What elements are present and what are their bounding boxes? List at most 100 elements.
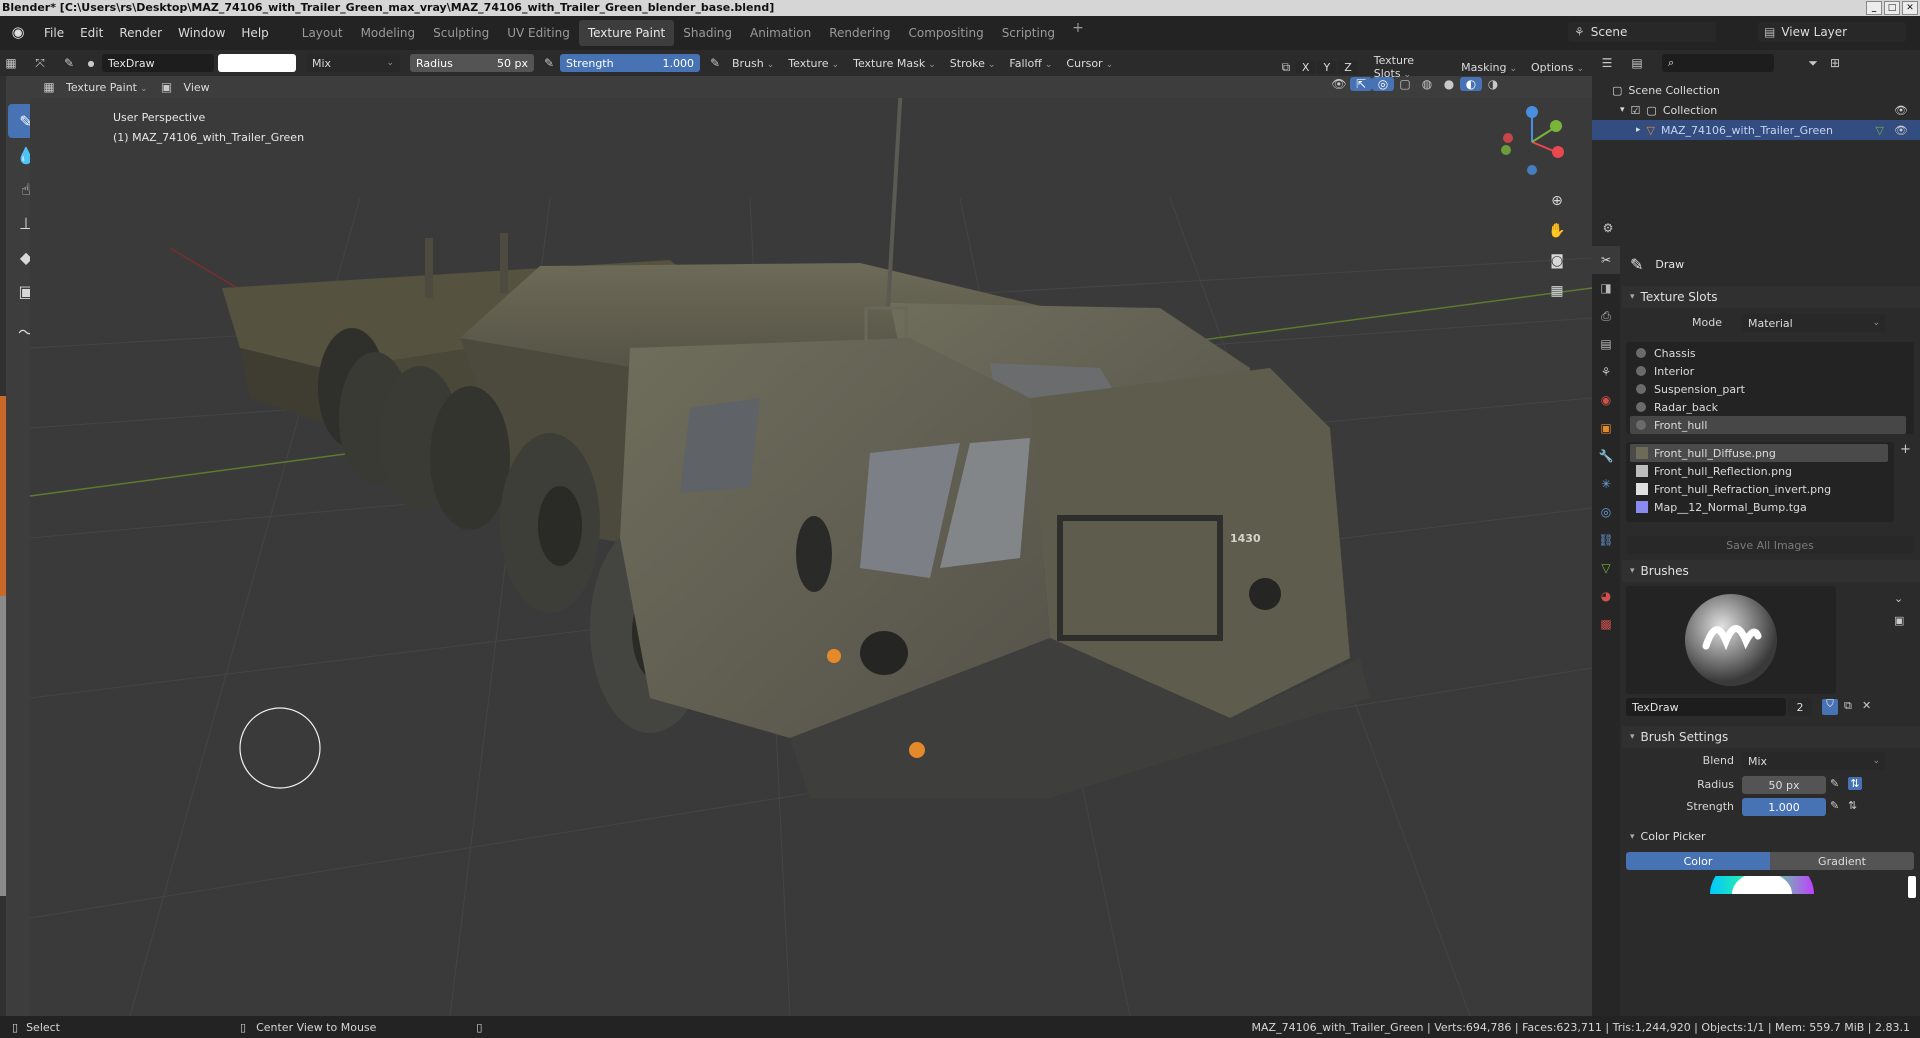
outliner-collection[interactable]: ▾ ☑ ▢ Collection 👁 xyxy=(1592,100,1920,120)
tab-compositing[interactable]: Compositing xyxy=(899,20,992,46)
navigation-gizmo[interactable] xyxy=(1494,104,1570,184)
color-picker-subpanel-header[interactable]: ▾ Color Picker xyxy=(1630,830,1706,843)
pressure-radius-icon[interactable]: ✎ xyxy=(538,56,560,70)
falloff-menu[interactable]: Falloff ⌄ xyxy=(1003,57,1058,70)
view-layer-tab-icon[interactable]: ▤ xyxy=(1592,330,1620,358)
gizmo-toggle-icon[interactable]: ⇱ xyxy=(1350,77,1372,91)
axis-z-toggle[interactable]: Z xyxy=(1338,60,1358,74)
paint-mask-icon[interactable]: ▣ xyxy=(156,80,178,94)
outliner-editor-icon[interactable]: ☰ xyxy=(1592,56,1622,70)
list-item[interactable]: Front_hull_Reflection.png xyxy=(1630,462,1888,480)
list-item[interactable]: Map__12_Normal_Bump.tga xyxy=(1630,498,1888,516)
strength-slider[interactable]: 1.000 xyxy=(1742,798,1826,816)
radius-unit-icon[interactable]: ⇅ xyxy=(1848,777,1862,790)
pressure-strength-icon[interactable]: ✎ xyxy=(704,56,726,70)
brush-menu[interactable]: Brush ⌄ xyxy=(726,57,780,70)
output-tab-icon[interactable]: ⎙ xyxy=(1592,302,1620,330)
brush-color-swatch[interactable] xyxy=(218,54,296,72)
minimize-button[interactable]: _ xyxy=(1866,1,1882,15)
viewport-scene[interactable]: 1430 xyxy=(30,98,1592,1016)
stroke-menu[interactable]: Stroke ⌄ xyxy=(944,57,1002,70)
tab-animation[interactable]: Animation xyxy=(741,20,820,46)
tab-texture-paint[interactable]: Texture Paint xyxy=(578,20,675,46)
menu-window[interactable]: Window xyxy=(170,26,233,40)
list-item[interactable]: Suspension_part xyxy=(1630,380,1906,398)
brush-image-icon[interactable]: ▣ xyxy=(1894,614,1904,627)
overlay-toggle-icon[interactable]: ◎ xyxy=(1372,77,1394,91)
texture-mode-select[interactable]: Material ⌄ xyxy=(1742,314,1886,332)
gizmo-neg-y-handle[interactable] xyxy=(1501,145,1511,155)
tab-uv-editing[interactable]: UV Editing xyxy=(498,20,579,46)
close-button[interactable]: ✕ xyxy=(1902,1,1918,15)
strength-pressure-icon[interactable]: ✎ xyxy=(1830,799,1839,812)
zoom-icon[interactable]: ⊕ xyxy=(1544,186,1570,216)
checkbox-icon[interactable]: ☑ xyxy=(1631,104,1641,117)
blender-logo-icon[interactable]: ◉ xyxy=(8,23,28,43)
brushes-panel-header[interactable]: ▾ Brushes xyxy=(1622,560,1920,582)
options-menu[interactable]: Options ⌄ xyxy=(1525,61,1590,74)
wireframe-shading-icon[interactable]: ◍ xyxy=(1416,77,1438,91)
brush-name-input[interactable]: TexDraw xyxy=(1626,698,1786,716)
axis-x-toggle[interactable]: X xyxy=(1295,60,1316,74)
masking-menu[interactable]: Masking ⌄ xyxy=(1455,61,1523,74)
list-item-selected[interactable]: Front_hull xyxy=(1630,416,1906,434)
value-slider[interactable] xyxy=(1908,876,1916,898)
modifier-tab-icon[interactable]: 🔧 xyxy=(1592,442,1620,470)
texture-mask-menu[interactable]: Texture Mask ⌄ xyxy=(847,57,942,70)
brush-users-count[interactable]: 2 xyxy=(1788,698,1812,716)
render-tab-icon[interactable]: ◨ xyxy=(1592,274,1620,302)
mode-select[interactable]: Texture Paint ⌄ xyxy=(60,81,154,94)
menu-file[interactable]: File xyxy=(36,26,72,40)
expand-arrow-icon[interactable]: ▸ xyxy=(1636,125,1641,135)
blend-select[interactable]: Mix ⌄ xyxy=(1742,752,1886,770)
view-layer-selector[interactable]: ▤ View Layer xyxy=(1758,22,1906,42)
duplicate-brush-icon[interactable]: ⧉ xyxy=(1844,699,1852,713)
brush-icon[interactable]: ✎ xyxy=(58,56,80,70)
menu-edit[interactable]: Edit xyxy=(72,26,111,40)
gizmo-z-handle[interactable] xyxy=(1526,106,1538,118)
menu-render[interactable]: Render xyxy=(111,26,170,40)
tab-scripting[interactable]: Scripting xyxy=(993,20,1064,46)
world-tab-icon[interactable]: ◉ xyxy=(1592,386,1620,414)
gizmo-neg-x-handle[interactable] xyxy=(1503,133,1513,143)
save-all-images-button[interactable]: Save All Images xyxy=(1626,536,1914,554)
tool-tab-icon[interactable]: ✂ xyxy=(1592,246,1620,274)
outliner-scene-collection[interactable]: ▢ Scene Collection xyxy=(1592,80,1920,100)
3d-viewport[interactable]: 1430 User Perspective (1) MAZ_74106_with… xyxy=(30,98,1592,1016)
brush-preview[interactable] xyxy=(1626,586,1836,694)
properties-editor-icon[interactable]: ⚙ xyxy=(1592,221,1624,235)
view-menu[interactable]: View xyxy=(178,81,216,94)
mode-icon[interactable]: ⤧ xyxy=(22,56,58,71)
fake-user-shield-icon[interactable]: ⛉ xyxy=(1822,699,1838,715)
list-item[interactable]: Interior xyxy=(1630,362,1906,380)
visibility-icon[interactable]: 👁 xyxy=(1328,77,1350,91)
radius-slider[interactable]: 50 px xyxy=(1742,776,1826,794)
tab-color[interactable]: Color xyxy=(1626,852,1770,870)
material-tab-icon[interactable]: ◕ xyxy=(1592,582,1620,610)
outliner-search-input[interactable]: ⌕ xyxy=(1662,54,1774,72)
menu-help[interactable]: Help xyxy=(233,26,276,40)
visibility-eye-icon[interactable]: 👁 xyxy=(1894,104,1908,117)
add-image-icon[interactable]: + xyxy=(1900,442,1911,457)
camera-icon[interactable]: ◙ xyxy=(1544,246,1570,276)
cursor-menu[interactable]: Cursor ⌄ xyxy=(1060,57,1119,70)
radius-slider[interactable]: Radius 50 px xyxy=(410,54,534,72)
brush-settings-panel-header[interactable]: ▾ Brush Settings xyxy=(1622,726,1920,748)
strength-unit-icon[interactable]: ⇅ xyxy=(1848,799,1857,812)
editor-type-icon[interactable]: ▦ xyxy=(0,56,22,70)
tab-gradient[interactable]: Gradient xyxy=(1770,852,1914,870)
data-tab-icon[interactable]: ▽ xyxy=(1592,554,1620,582)
list-item[interactable]: Radar_back xyxy=(1630,398,1906,416)
texture-menu[interactable]: Texture ⌄ xyxy=(782,57,845,70)
tab-layout[interactable]: Layout xyxy=(293,20,352,46)
solid-shading-icon[interactable]: ● xyxy=(1438,77,1460,91)
scene-tab-icon[interactable]: ⚘ xyxy=(1592,358,1620,386)
list-item[interactable]: Chassis xyxy=(1630,344,1906,362)
color-wheel[interactable] xyxy=(1702,876,1822,894)
visibility-eye-icon[interactable]: 👁 xyxy=(1894,124,1908,137)
tab-modeling[interactable]: Modeling xyxy=(352,20,425,46)
tab-rendering[interactable]: Rendering xyxy=(820,20,899,46)
fake-user-dot-icon[interactable]: ● xyxy=(80,59,102,68)
gizmo-y-handle[interactable] xyxy=(1550,120,1562,132)
tab-sculpting[interactable]: Sculpting xyxy=(424,20,498,46)
